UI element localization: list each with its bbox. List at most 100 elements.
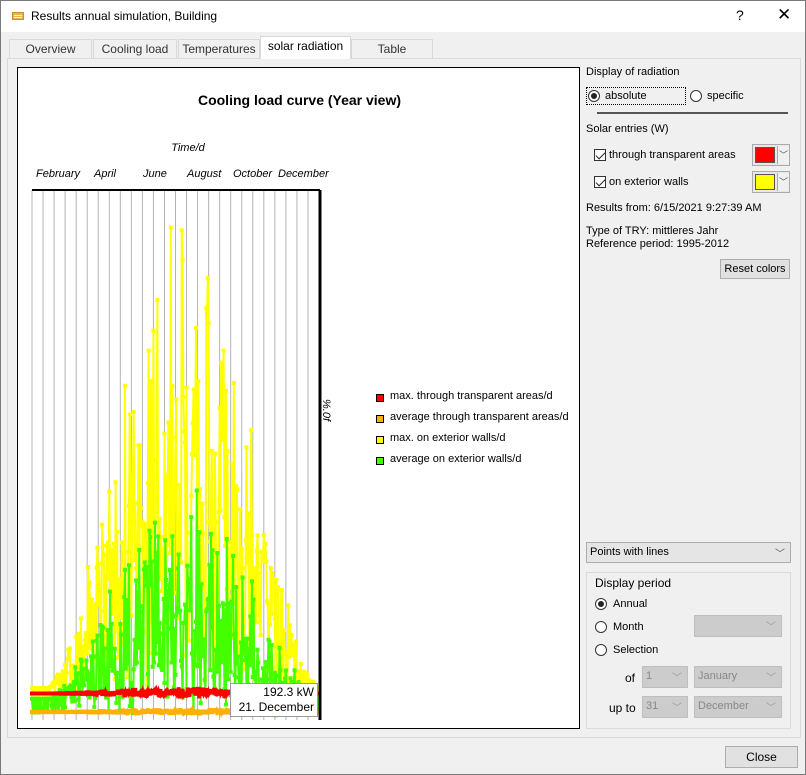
data-point <box>123 666 128 671</box>
x-tick-label: February <box>36 168 81 180</box>
data-point <box>208 527 213 532</box>
from-month-select[interactable]: January ﹀ <box>694 666 782 688</box>
data-point <box>145 481 150 486</box>
radio-selection[interactable] <box>595 644 607 656</box>
data-point <box>297 668 302 673</box>
data-point <box>239 546 244 551</box>
data-point <box>294 639 299 644</box>
data-point <box>277 645 282 650</box>
period-heading: Display period <box>595 576 672 590</box>
radio-absolute[interactable] <box>588 90 600 102</box>
radio-specific[interactable] <box>690 90 702 102</box>
data-point <box>223 702 228 707</box>
month-select[interactable]: ﹀ <box>694 615 782 637</box>
data-point <box>220 660 225 665</box>
data-point <box>151 328 156 333</box>
radio-month-label[interactable]: Month <box>613 621 644 633</box>
walls-color-picker[interactable]: ﹀ <box>752 171 790 193</box>
close-button[interactable]: Close <box>725 746 798 768</box>
chevron-down-icon[interactable]: ﹀ <box>777 146 789 164</box>
data-point <box>84 658 89 663</box>
data-point <box>196 641 201 646</box>
to-day-select[interactable]: 31 ﹀ <box>642 696 688 718</box>
data-point <box>130 699 135 704</box>
data-point <box>113 480 118 485</box>
data-point <box>146 348 151 353</box>
data-point <box>167 568 172 573</box>
data-point <box>283 649 288 654</box>
data-point <box>268 566 273 571</box>
to-month-select[interactable]: December ﹀ <box>694 696 782 718</box>
data-point <box>152 660 157 665</box>
data-point <box>169 660 174 665</box>
data-point <box>76 697 81 702</box>
data-point <box>255 647 260 652</box>
data-point <box>166 589 171 594</box>
transparent-color-picker[interactable]: ﹀ <box>752 144 790 166</box>
data-point <box>75 641 80 646</box>
data-point <box>246 511 251 516</box>
data-point <box>168 626 173 631</box>
data-point <box>240 575 245 580</box>
data-point <box>180 257 185 262</box>
checkbox-walls-label[interactable]: on exterior walls <box>609 176 688 188</box>
checkbox-walls[interactable] <box>594 176 606 188</box>
from-day-select[interactable]: 1 ﹀ <box>642 666 688 688</box>
data-point <box>192 629 197 634</box>
data-point <box>103 573 108 578</box>
close-icon[interactable]: ✕ <box>777 5 791 25</box>
data-point <box>273 665 278 670</box>
data-point <box>272 617 277 622</box>
data-point <box>78 616 83 621</box>
radio-month[interactable] <box>595 621 607 633</box>
data-point <box>258 633 263 638</box>
data-point <box>213 519 218 524</box>
data-point <box>189 515 194 520</box>
legend-swatch-green <box>376 457 384 465</box>
data-point <box>175 566 180 571</box>
checkbox-transparent[interactable] <box>594 149 606 161</box>
data-point <box>226 677 231 682</box>
color-swatch-red <box>755 147 775 163</box>
tab-overview[interactable]: Overview <box>9 39 92 59</box>
data-point <box>143 569 148 574</box>
data-point <box>149 559 154 564</box>
plot-area[interactable] <box>28 186 328 726</box>
data-point <box>134 660 139 665</box>
data-point <box>274 673 279 678</box>
tab-cooling-load[interactable]: Cooling load <box>93 39 177 59</box>
data-point <box>238 560 243 565</box>
data-point <box>283 653 288 658</box>
data-point <box>63 662 68 667</box>
data-point <box>219 360 224 365</box>
tab-temperatures[interactable]: Temperatures <box>178 39 260 59</box>
data-point <box>290 653 295 658</box>
data-point <box>228 669 233 674</box>
chart-tooltip: 192.3 kW 21. December <box>230 683 318 717</box>
data-point <box>160 588 165 593</box>
checkbox-transparent-label[interactable]: through transparent areas <box>609 149 736 161</box>
radio-specific-label[interactable]: specific <box>707 90 744 102</box>
data-point <box>213 647 218 652</box>
data-point <box>160 631 165 636</box>
radio-absolute-label[interactable]: absolute <box>605 90 647 102</box>
data-point <box>166 420 171 425</box>
solar-heading: Solar entries (W) <box>586 123 669 135</box>
radio-annual[interactable] <box>595 598 607 610</box>
data-point <box>109 547 114 552</box>
chart-style-select[interactable]: Points with lines ﹀ <box>586 542 791 563</box>
data-point <box>154 550 159 555</box>
data-point <box>254 548 259 553</box>
radio-selection-label[interactable]: Selection <box>613 644 658 656</box>
data-point <box>56 696 61 701</box>
tab-solar-radiation[interactable]: solar radiation <box>260 36 351 59</box>
data-point <box>101 553 106 558</box>
chevron-down-icon[interactable]: ﹀ <box>777 173 789 191</box>
reset-colors-button[interactable]: Reset colors <box>720 259 790 279</box>
tab-table[interactable]: Table <box>351 39 433 59</box>
help-button[interactable]: ? <box>736 7 744 23</box>
data-point <box>149 379 154 384</box>
radio-annual-label[interactable]: Annual <box>613 598 647 610</box>
data-point <box>164 601 169 606</box>
data-point <box>192 452 197 457</box>
